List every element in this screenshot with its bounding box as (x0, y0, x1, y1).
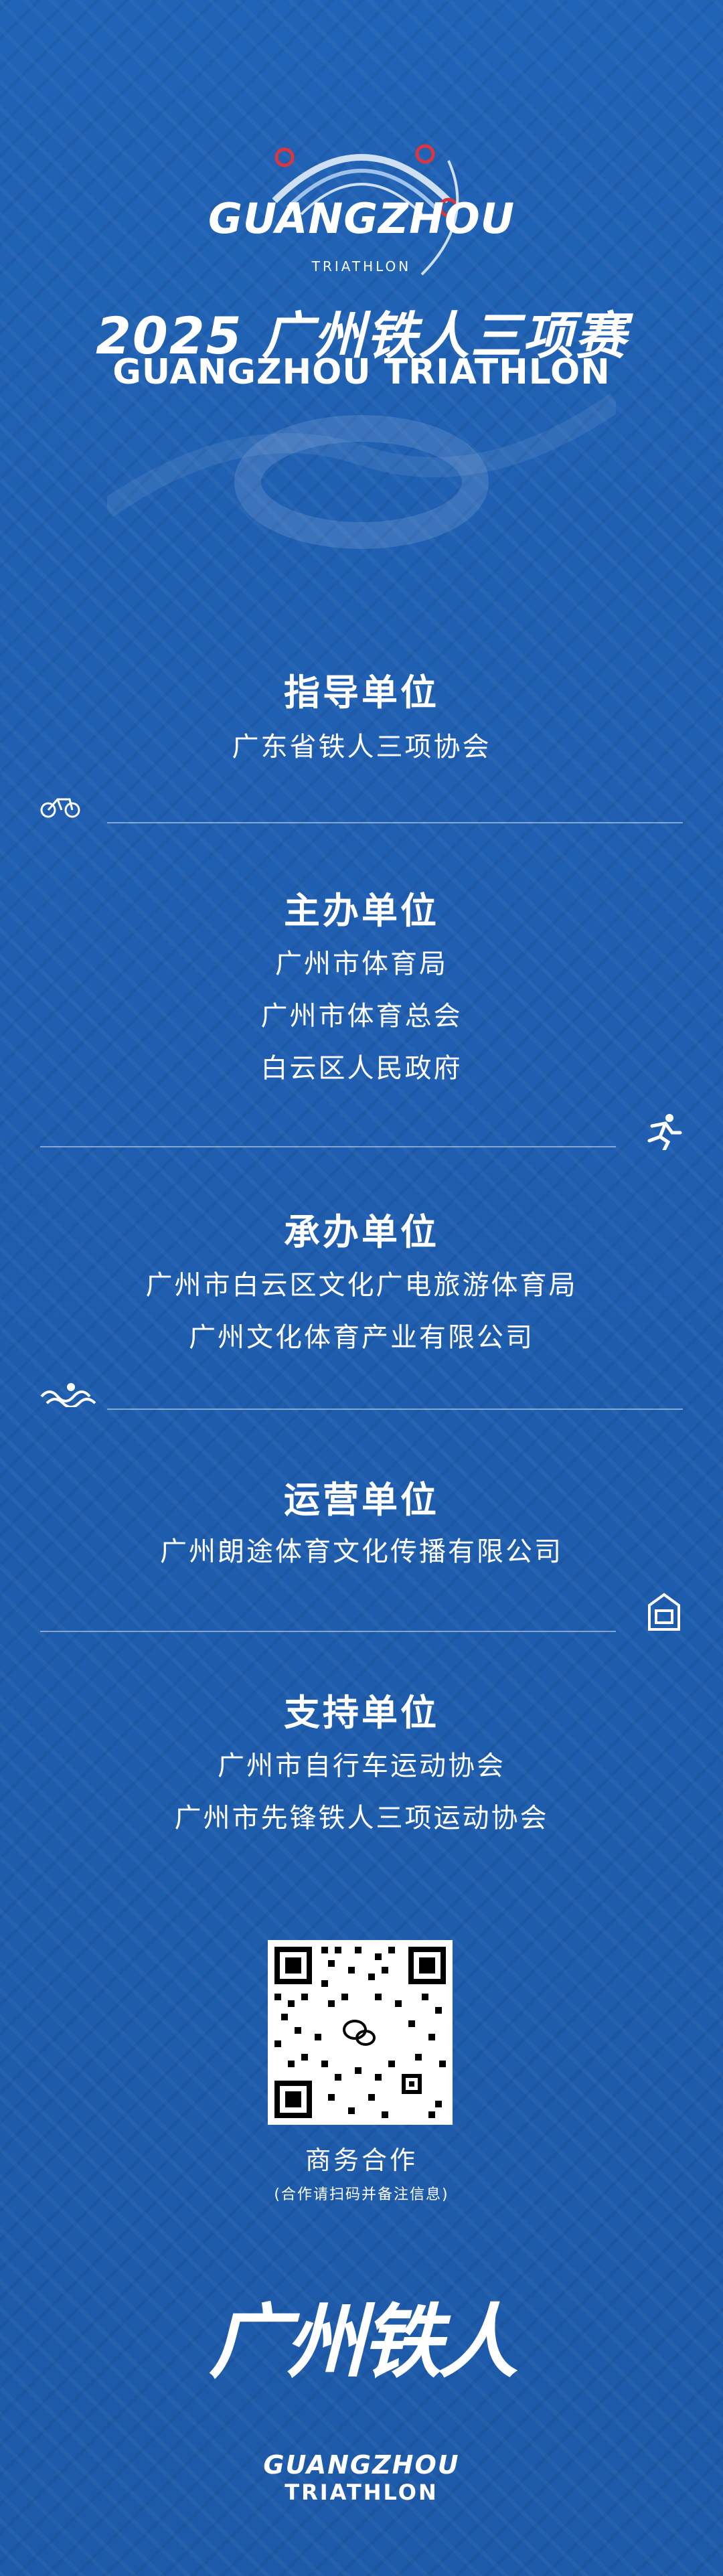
swim-wave-icon (40, 1383, 96, 1407)
tower-icon (648, 1593, 680, 1631)
section-title-operator: 运营单位 (284, 1479, 439, 1521)
section-line: 广州市体育总会 (260, 1001, 463, 1032)
section-title-organizer: 承办单位 (284, 1211, 439, 1253)
bike-icon (40, 798, 80, 818)
footer-logo-line2: TRIATHLON (285, 2480, 438, 2505)
business-cooperation-note: (合作请扫码并备注信息) (274, 2186, 449, 2203)
footer-logo-line1: GUANGZHOU (263, 2450, 460, 2480)
footer-logo-cn: 广州铁人 (209, 2296, 518, 2389)
section-line: 广东省铁人三项协会 (232, 732, 491, 762)
logo-line-1: GUANGZHOU (208, 194, 515, 243)
section-line: 广州市自行车运动协会 (218, 1751, 505, 1781)
section-line: 白云区人民政府 (260, 1053, 463, 1084)
section-line: 广州市白云区文化广电旅游体育局 (145, 1270, 578, 1301)
section-line: 广州文化体育产业有限公司 (189, 1322, 534, 1353)
decorative-ring (107, 393, 616, 549)
wechat-qr-code[interactable] (268, 1940, 453, 2125)
section-line: 广州朗途体育文化传播有限公司 (160, 1536, 563, 1567)
section-line: 广州市先锋铁人三项运动协会 (174, 1803, 549, 1834)
business-cooperation-label: 商务合作 (305, 2146, 418, 2175)
divider (40, 1631, 616, 1632)
section-title-support: 支持单位 (284, 1692, 439, 1734)
section-title-host: 主办单位 (284, 890, 439, 932)
divider (40, 1146, 616, 1147)
section-title-guidance: 指导单位 (284, 671, 439, 714)
divider (107, 822, 683, 823)
divider (107, 1408, 683, 1410)
section-line: 广州市体育局 (275, 949, 448, 979)
logo-line-3: TRIATHLON (311, 258, 412, 274)
runner-icon (647, 1114, 682, 1150)
